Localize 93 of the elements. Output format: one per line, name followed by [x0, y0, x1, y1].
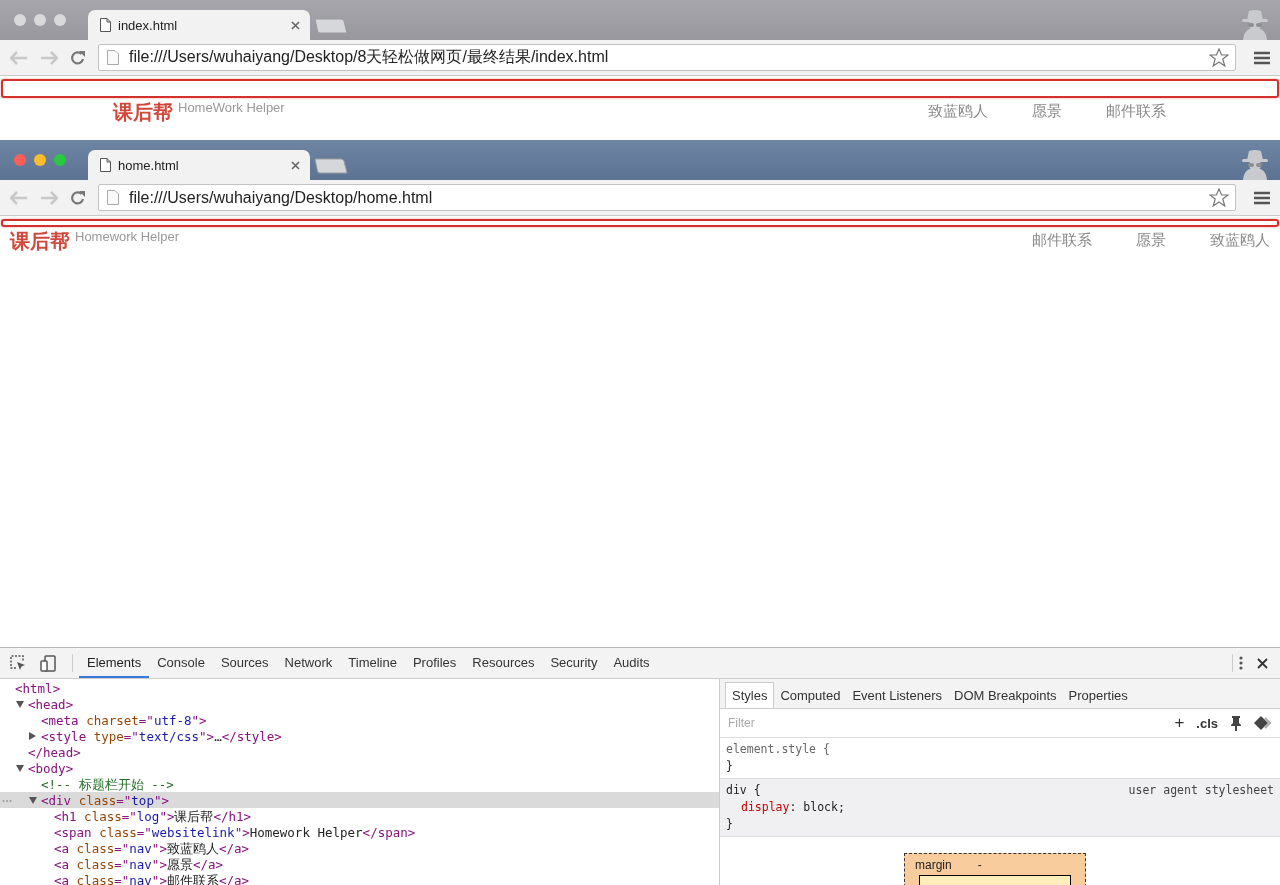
- devtools-tab[interactable]: Sources: [212, 648, 277, 678]
- site-tagline: HomeWork Helper: [178, 100, 285, 116]
- devtools-tab[interactable]: Resources: [464, 648, 543, 678]
- dom-line: <a class="nav">愿景</a>: [54, 856, 224, 872]
- site-logo[interactable]: 课后帮: [10, 229, 70, 253]
- nav-link[interactable]: 邮件联系: [1106, 100, 1166, 122]
- inspect-icon[interactable]: [10, 655, 26, 671]
- dom-node-row[interactable]: <html>: [0, 680, 719, 696]
- dom-node-row[interactable]: <body>: [0, 760, 719, 776]
- dom-node-row[interactable]: <head>: [0, 696, 719, 712]
- url-text: file:///Users/wuhaiyang/Desktop/8天轻松做网页/最终结果/index.html: [129, 47, 610, 67]
- page-icon: [107, 190, 119, 205]
- dom-line: <html>: [15, 680, 61, 696]
- browser-tab[interactable]: index.html: [88, 10, 310, 40]
- site-logo[interactable]: 课后帮: [113, 100, 173, 124]
- dom-line: <!-- 标题栏开始 -->: [41, 776, 174, 792]
- devtools-tab[interactable]: Console: [149, 648, 213, 678]
- class-toggle-button[interactable]: .cls: [1196, 715, 1218, 731]
- dom-line: <head>: [28, 696, 74, 712]
- styles-tab[interactable]: Computed: [774, 683, 847, 708]
- nav-link[interactable]: 愿景: [1136, 229, 1166, 251]
- site-tagline: Homework Helper: [75, 229, 180, 245]
- rule-selector: div {: [726, 782, 761, 799]
- new-rule-button[interactable]: +: [1174, 713, 1185, 733]
- dom-node-row[interactable]: <div class="top">: [0, 792, 719, 808]
- margin-label: margin: [915, 858, 952, 872]
- tab-title: index.html: [118, 17, 179, 33]
- address-bar[interactable]: file:///Users/wuhaiyang/Desktop/8天轻松做网页/最终结果/index.html: [98, 44, 1236, 71]
- browser-tab[interactable]: home.html: [88, 150, 310, 180]
- dom-node-row[interactable]: <h1 class="log">课后帮</h1>: [0, 808, 719, 824]
- url-text: file:///Users/wuhaiyang/Desktop/home.html: [129, 188, 434, 207]
- margin-value[interactable]: -: [977, 858, 982, 872]
- nav-link[interactable]: 愿景: [1032, 100, 1062, 122]
- margin-box[interactable]: margin -: [904, 853, 1086, 885]
- dom-line: <style type="text/css">…</style>: [41, 728, 282, 744]
- close-icon[interactable]: [291, 160, 300, 170]
- styles-tab[interactable]: Event Listeners: [846, 683, 948, 708]
- nav-link[interactable]: 致蓝鸥人: [928, 100, 988, 122]
- rule-close-brace: }: [726, 816, 733, 833]
- close-icon[interactable]: [291, 20, 300, 30]
- star-icon[interactable]: [1209, 188, 1229, 207]
- page-icon: [100, 18, 111, 32]
- devtools-tab[interactable]: Profiles: [404, 648, 465, 678]
- menu-icon[interactable]: [1254, 50, 1270, 65]
- devtools-tab[interactable]: Timeline: [340, 648, 405, 678]
- page-icon: [107, 50, 119, 65]
- expand-arrow-icon[interactable]: [16, 764, 24, 772]
- filter-field[interactable]: Filter: [726, 715, 1163, 731]
- dom-node-row[interactable]: <!-- 标题栏开始 -->: [0, 776, 719, 792]
- dom-line: <div class="top">: [41, 792, 169, 808]
- dom-line: </head>: [28, 744, 81, 760]
- dom-node-row[interactable]: </head>: [0, 744, 719, 760]
- dom-node-row[interactable]: <span class="websitelink">Homework Helper</span>: [0, 824, 719, 840]
- dom-line: <meta charset="utf-8">: [41, 712, 207, 728]
- menu-icon[interactable]: [1254, 190, 1270, 205]
- rule-close-brace: }: [726, 758, 733, 775]
- more-options-icon[interactable]: [1239, 656, 1243, 670]
- devtools-tab[interactable]: Elements: [79, 648, 150, 678]
- nav-link[interactable]: 邮件联系: [1032, 229, 1092, 251]
- dom-node-row[interactable]: <a class="nav">致蓝鸥人</a>: [0, 840, 719, 856]
- dom-node-row[interactable]: <meta charset="utf-8">: [0, 712, 719, 728]
- styles-tab[interactable]: Properties: [1062, 683, 1134, 708]
- dom-line: <span class="websitelink">Homework Helper</span>: [54, 824, 416, 840]
- rule-selector: element.style {: [726, 741, 830, 758]
- expand-arrow-icon[interactable]: [16, 700, 24, 708]
- nav-link[interactable]: 致蓝鸥人: [1210, 229, 1270, 251]
- close-icon[interactable]: [1257, 657, 1268, 669]
- styles-tab[interactable]: Styles: [725, 682, 775, 708]
- devtools-tab[interactable]: Security: [542, 648, 606, 678]
- reload-icon[interactable]: [70, 49, 86, 66]
- collapse-arrow-icon[interactable]: [29, 732, 36, 740]
- devtools-tab[interactable]: Network: [276, 648, 341, 678]
- css-value[interactable]: : block;: [789, 799, 845, 816]
- expand-arrow-icon[interactable]: [29, 796, 37, 804]
- window-controls-icon[interactable]: [13, 153, 69, 167]
- tab-title: home.html: [118, 157, 180, 173]
- devtools-tab[interactable]: Audits: [605, 648, 658, 678]
- address-bar[interactable]: file:///Users/wuhaiyang/Desktop/home.html: [98, 184, 1236, 211]
- pin-icon[interactable]: [1230, 715, 1242, 731]
- reload-icon[interactable]: [70, 189, 86, 206]
- dom-line: <h1 class="log">课后帮</h1>: [54, 808, 252, 824]
- device-icon[interactable]: [40, 654, 56, 672]
- new-tab-button[interactable]: [314, 158, 348, 174]
- dom-node-row[interactable]: <a class="nav">愿景</a>: [0, 856, 719, 872]
- css-property[interactable]: display: [741, 799, 790, 816]
- styles-tab[interactable]: DOM Breakpoints: [948, 683, 1063, 708]
- page-icon: [100, 158, 111, 172]
- rule-source[interactable]: user agent stylesheet: [1128, 782, 1274, 799]
- star-icon[interactable]: [1209, 48, 1229, 67]
- dom-line: <body>: [28, 760, 74, 776]
- dom-line: <a class="nav">致蓝鸥人</a>: [54, 840, 250, 856]
- dom-node-row[interactable]: <style type="text/css">…</style>: [0, 728, 719, 744]
- diamond-icon[interactable]: [1254, 716, 1272, 730]
